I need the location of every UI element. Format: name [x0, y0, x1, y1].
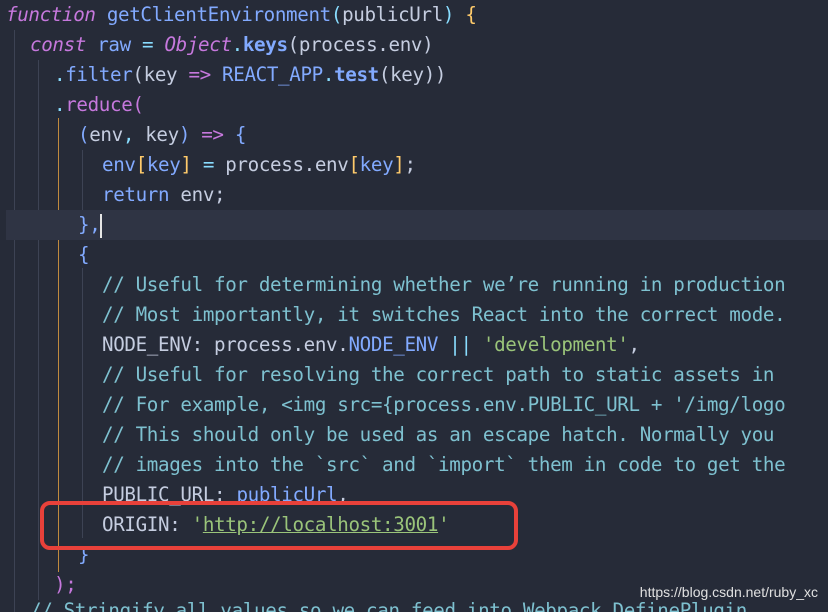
watermark: https://blog.csdn.net/ruby_xc — [639, 584, 818, 600]
code-line-14[interactable]: // For example, <img src={process.env.PU… — [0, 390, 828, 420]
env-var: NODE_ENV — [348, 333, 439, 356]
variable: publicUrl — [236, 483, 338, 506]
code-line-16[interactable]: // images into the `src` and `import` th… — [0, 450, 828, 480]
text-cursor — [100, 213, 103, 238]
paren: ) — [422, 33, 434, 56]
comment: // Stringify all values so we can feed i… — [30, 599, 747, 612]
source: process.env — [225, 153, 349, 176]
object-key: ORIGIN — [102, 513, 170, 536]
object-key: NODE_ENV — [102, 333, 192, 356]
paren: ( — [287, 33, 300, 56]
comment: // Most importantly, it switches React i… — [102, 303, 786, 326]
code-line-2[interactable]: const raw = Object.keys(process.env) — [0, 30, 828, 60]
variable: key — [359, 153, 394, 176]
param: env — [89, 123, 123, 146]
code-line-11[interactable]: // Most importantly, it switches React i… — [0, 300, 828, 330]
code-line-1[interactable]: function getClientEnvironment(publicUrl)… — [0, 0, 828, 30]
comment: // Useful for determining whether we’re … — [102, 273, 786, 296]
string: 'development' — [482, 333, 629, 356]
code-line-7[interactable]: return env; — [0, 180, 828, 210]
method: test — [334, 63, 379, 86]
bracket: ] — [180, 153, 192, 176]
operator: = — [202, 153, 215, 176]
semicolon: ; — [404, 153, 416, 176]
keyword: function — [6, 3, 96, 26]
quote: ' — [191, 513, 204, 536]
bracket: [ — [348, 153, 360, 176]
source: process.env. — [214, 333, 349, 356]
function-name: getClientEnvironment — [106, 3, 331, 26]
comma: , — [337, 483, 349, 506]
param: publicUrl — [342, 3, 443, 26]
paren: )) — [423, 63, 447, 86]
colon: : — [169, 513, 181, 536]
paren: ) — [442, 3, 455, 26]
code-line-3[interactable]: .filter(key => REACT_APP.test(key)) — [0, 60, 828, 90]
brace: { — [465, 3, 477, 26]
code-line-17[interactable]: PUBLIC_URL: publicUrl, — [0, 480, 828, 510]
object-key: PUBLIC_URL — [102, 483, 215, 506]
code-line-5[interactable]: (env, key) => { — [0, 120, 828, 150]
colon: : — [191, 333, 204, 356]
code-line-9[interactable]: { — [0, 240, 828, 270]
operator: = — [142, 33, 154, 56]
dot: . — [231, 33, 244, 56]
variable: key — [146, 153, 181, 176]
code-line-12[interactable]: NODE_ENV: process.env.NODE_ENV || 'devel… — [0, 330, 828, 360]
code-line-13[interactable]: // Useful for resolving the correct path… — [0, 360, 828, 390]
paren: ( — [378, 63, 391, 86]
paren: ( — [78, 123, 90, 146]
code-line-10[interactable]: // Useful for determining whether we’re … — [0, 270, 828, 300]
dot: . — [54, 93, 66, 116]
comment: // Useful for resolving the correct path… — [102, 363, 775, 386]
method: filter — [65, 63, 133, 86]
code-line-18[interactable]: ORIGIN: 'http://localhost:3001' — [0, 510, 828, 540]
semicolon: ; — [214, 183, 226, 206]
paren: ( — [330, 3, 343, 26]
param: key — [143, 63, 178, 86]
variable: env — [102, 153, 136, 176]
brace: { — [78, 243, 90, 266]
variable: raw — [97, 33, 131, 56]
arg: process.env — [298, 33, 423, 56]
dot: . — [322, 63, 335, 86]
code-line-6[interactable]: env[key] = process.env[key]; — [0, 150, 828, 180]
operator: || — [449, 333, 472, 356]
bracket: [ — [135, 153, 148, 176]
code-editor[interactable]: function getClientEnvironment(publicUrl)… — [0, 0, 828, 612]
brace: }, — [78, 213, 101, 236]
arrow: => — [201, 123, 224, 146]
code-line-4[interactable]: .reduce( — [0, 90, 828, 120]
regex: REACT_APP — [222, 63, 323, 86]
code-line-19[interactable]: } — [0, 540, 828, 570]
comment: // This should only be used as an escape… — [102, 423, 775, 446]
code-line-15[interactable]: // This should only be used as an escape… — [0, 420, 828, 450]
bracket: ] — [393, 153, 405, 176]
comment: // For example, <img src={process.env.PU… — [102, 393, 786, 416]
arg: key — [390, 63, 424, 86]
method: reduce — [65, 93, 133, 116]
quote: ' — [438, 513, 450, 536]
keyword: const — [30, 33, 87, 56]
object: Object — [164, 33, 232, 56]
brace: } — [78, 543, 90, 566]
paren: ) — [178, 123, 191, 146]
variable: env — [180, 183, 215, 206]
arrow: => — [188, 63, 211, 86]
param: key — [145, 123, 179, 146]
keyword: return — [102, 183, 170, 206]
comma: , — [122, 123, 146, 146]
url-link[interactable]: http://localhost:3001 — [203, 513, 439, 536]
comma: , — [628, 333, 641, 356]
code-line-8[interactable]: }, — [0, 210, 828, 240]
brace: { — [234, 123, 247, 146]
method: keys — [242, 33, 288, 56]
colon: : — [214, 483, 226, 506]
comment: // images into the `src` and `import` th… — [102, 453, 786, 476]
paren: ); — [54, 573, 77, 596]
paren: ( — [132, 63, 144, 86]
dot: . — [54, 63, 66, 86]
paren: ( — [132, 93, 144, 116]
